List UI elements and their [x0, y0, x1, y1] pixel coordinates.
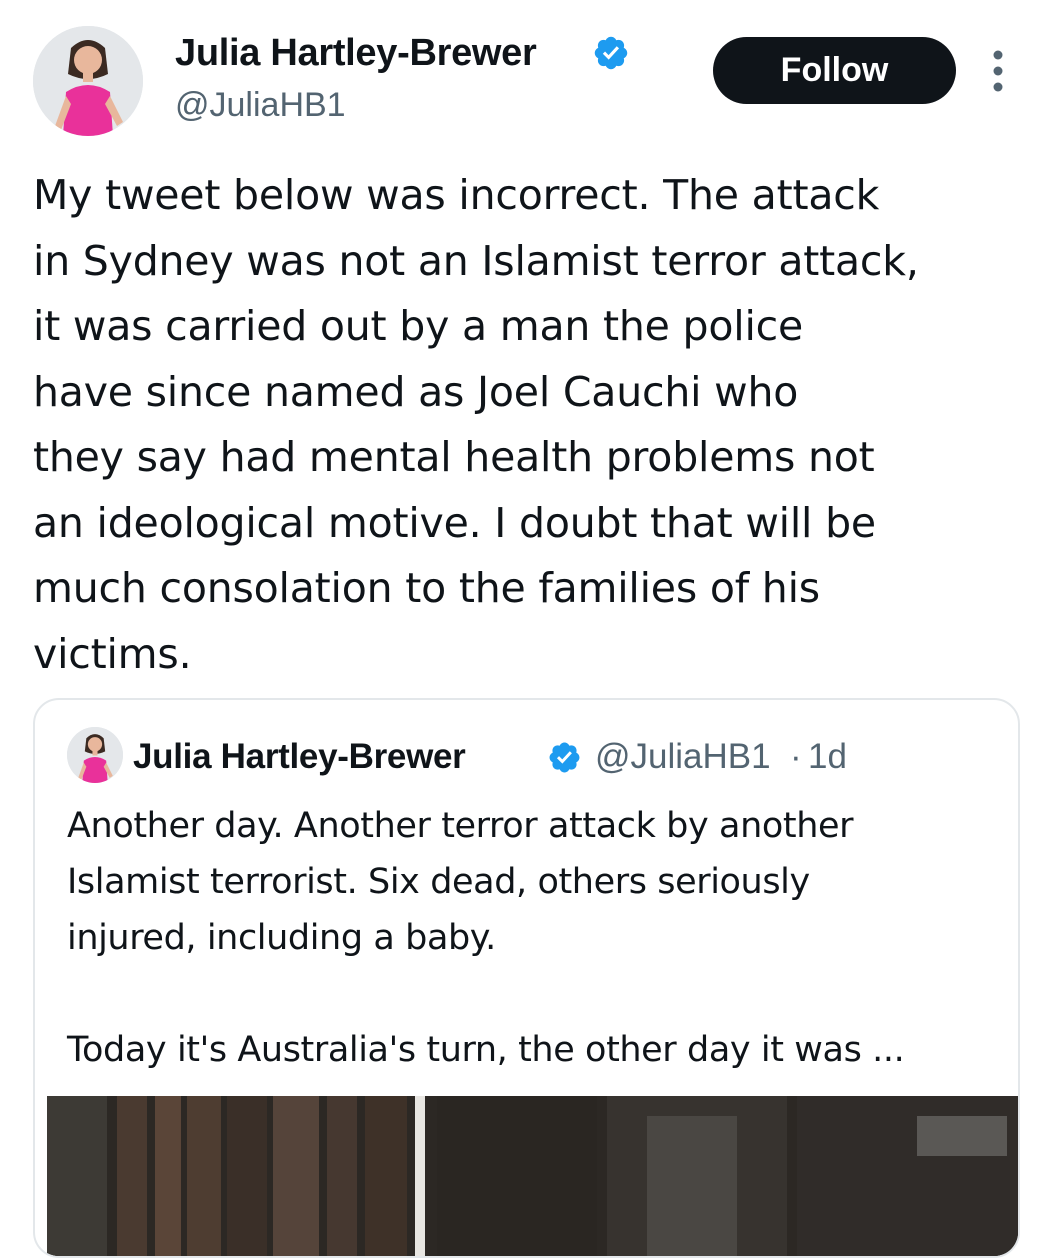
quoted-author-avatar-image: [67, 727, 123, 783]
quoted-tweet-card[interactable]: Julia Hartley-Brewer @JuliaHB1 · 1d Anot…: [33, 698, 1020, 1258]
quoted-timestamp[interactable]: 1d: [808, 736, 847, 778]
quoted-author-avatar[interactable]: [67, 727, 123, 783]
author-avatar[interactable]: [33, 26, 143, 136]
follow-button[interactable]: Follow: [713, 37, 956, 104]
author-avatar-image: [33, 26, 143, 136]
verified-badge-icon: [592, 34, 630, 72]
author-handle[interactable]: @JuliaHB1: [175, 84, 346, 126]
media-photo: [47, 1096, 1018, 1256]
quoted-author-handle[interactable]: @JuliaHB1: [595, 736, 771, 778]
tweet-text: My tweet below was incorrect. The attack…: [33, 171, 919, 678]
meta-separator: ·: [790, 737, 802, 776]
quoted-tweet-media[interactable]: [47, 1096, 1018, 1256]
author-display-name[interactable]: Julia Hartley-Brewer: [175, 30, 537, 76]
quoted-tweet-text: Another day. Another terror attack by an…: [67, 806, 905, 1070]
verified-badge-icon: [547, 740, 582, 775]
quoted-author-display-name[interactable]: Julia Hartley-Brewer: [133, 736, 466, 778]
more-options-icon[interactable]: [984, 46, 1012, 96]
